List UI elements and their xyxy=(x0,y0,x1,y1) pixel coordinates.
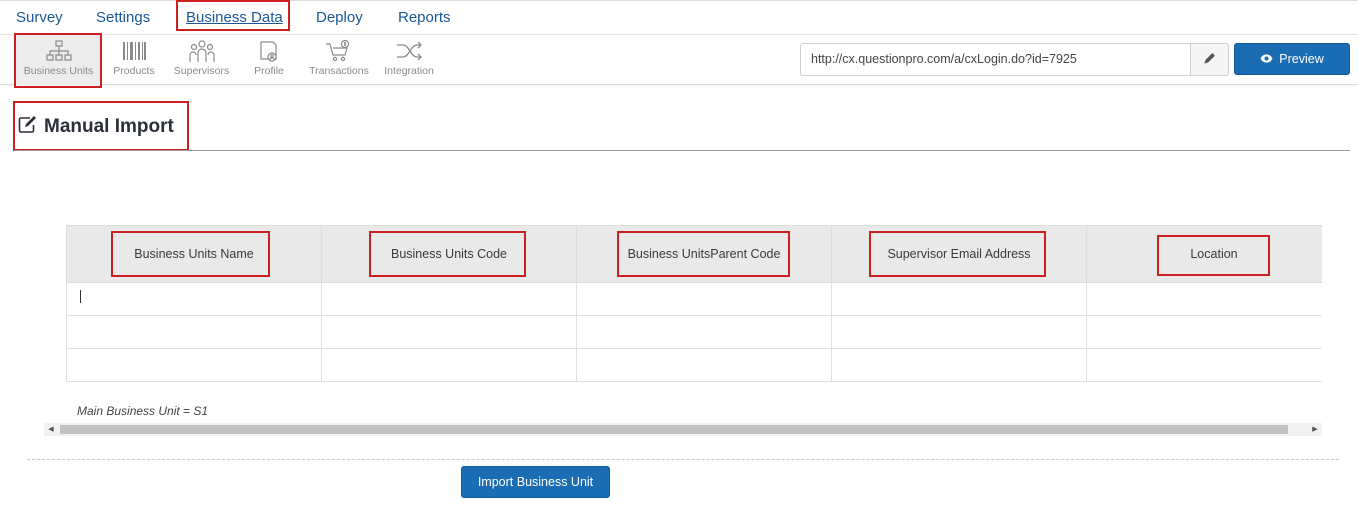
subnav-supervisors[interactable]: Supervisors xyxy=(170,35,233,85)
column-header: Supervisor Email Address xyxy=(831,225,1087,283)
subnav-label: Profile xyxy=(254,65,284,77)
divider xyxy=(14,150,1350,151)
nav-settings[interactable]: Settings xyxy=(96,9,150,26)
top-nav: Survey Settings Business Data Deploy Rep… xyxy=(0,0,1358,35)
subnav-profile[interactable]: Profile xyxy=(248,35,290,85)
subnav-label: Transactions xyxy=(309,65,369,77)
eye-icon xyxy=(1260,52,1273,66)
subnav-business-units[interactable]: Business Units xyxy=(16,35,101,85)
table-cell[interactable] xyxy=(1086,315,1322,349)
import-table-container: Business Units Name Business Units Code … xyxy=(66,225,1322,382)
table-cell[interactable] xyxy=(321,348,577,382)
page-heading: Manual Import xyxy=(18,115,174,138)
subnav-label: Supervisors xyxy=(173,65,230,77)
nav-reports[interactable]: Reports xyxy=(398,9,451,26)
nav-deploy[interactable]: Deploy xyxy=(316,9,363,26)
table-cell[interactable] xyxy=(321,315,577,349)
column-header: Business UnitsParent Code xyxy=(576,225,832,283)
page-title: Manual Import xyxy=(44,115,174,137)
table-row xyxy=(66,348,1322,382)
pencil-icon xyxy=(1203,51,1216,69)
table-cell[interactable] xyxy=(831,315,1087,349)
preview-button[interactable]: Preview xyxy=(1234,43,1350,75)
import-table: Business Units Name Business Units Code … xyxy=(66,225,1322,382)
subnav-integration[interactable]: Integration xyxy=(380,35,438,85)
table-row xyxy=(66,282,1322,316)
column-header: Business Units Name xyxy=(66,225,322,283)
horizontal-scrollbar[interactable]: ◀ ▶ xyxy=(44,423,1322,436)
subnav-products[interactable]: Products xyxy=(108,35,160,85)
sub-nav: Business Units Products Supervisors Prof… xyxy=(0,35,1358,85)
table-cell[interactable] xyxy=(831,282,1087,316)
subnav-transactions[interactable]: Transactions xyxy=(306,35,372,85)
table-cell[interactable] xyxy=(1086,348,1322,382)
scrollbar-thumb[interactable] xyxy=(60,425,1288,434)
people-group-icon xyxy=(170,35,233,65)
survey-url-field[interactable]: http://cx.questionpro.com/a/cxLogin.do?i… xyxy=(800,43,1191,76)
scroll-left-icon[interactable]: ◀ xyxy=(46,425,56,434)
main-business-unit-note: Main Business Unit = S1 xyxy=(77,404,209,418)
table-cell[interactable] xyxy=(66,315,322,349)
edit-icon xyxy=(18,115,38,138)
table-cell[interactable] xyxy=(321,282,577,316)
table-cell[interactable] xyxy=(66,282,322,316)
scroll-right-icon[interactable]: ▶ xyxy=(1310,425,1320,434)
profile-book-icon xyxy=(248,35,290,65)
table-cell[interactable] xyxy=(1086,282,1322,316)
barcode-icon xyxy=(108,35,160,65)
subnav-label: Integration xyxy=(384,65,434,77)
column-header: Business Units Code xyxy=(321,225,577,283)
table-cell[interactable] xyxy=(576,282,832,316)
table-cell[interactable] xyxy=(66,348,322,382)
table-row xyxy=(66,315,1322,349)
org-chart-icon xyxy=(16,35,101,65)
table-cell[interactable] xyxy=(576,348,832,382)
text-cursor xyxy=(80,290,81,303)
divider xyxy=(27,459,1339,460)
subnav-label: Products xyxy=(113,65,155,77)
column-header: Location xyxy=(1086,225,1322,283)
preview-label: Preview xyxy=(1279,52,1324,66)
import-business-unit-button[interactable]: Import Business Unit xyxy=(461,466,610,498)
nav-business-data[interactable]: Business Data xyxy=(186,9,283,26)
shuffle-icon xyxy=(380,35,438,65)
subnav-label: Business Units xyxy=(23,65,94,77)
cart-icon xyxy=(306,35,372,65)
table-cell[interactable] xyxy=(576,315,832,349)
edit-url-button[interactable] xyxy=(1190,43,1229,76)
nav-survey[interactable]: Survey xyxy=(16,9,63,26)
table-cell[interactable] xyxy=(831,348,1087,382)
